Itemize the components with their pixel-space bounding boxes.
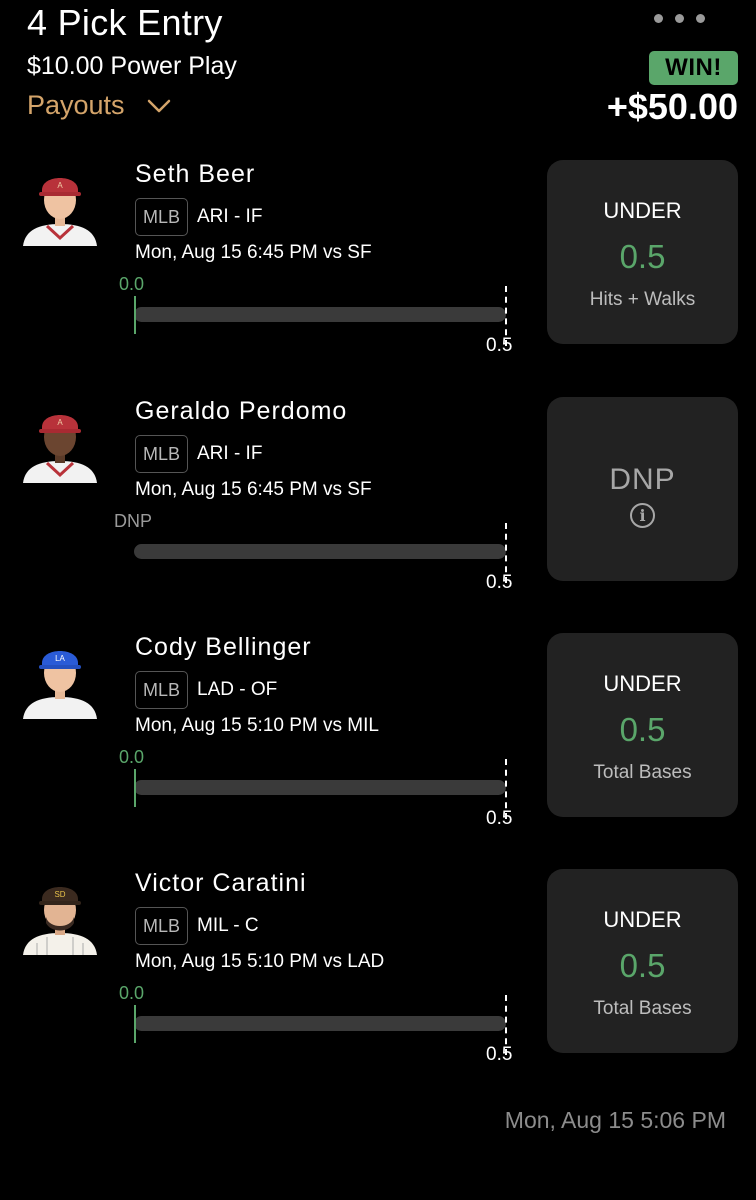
projection-line: 0.5: [619, 238, 666, 275]
line-marker-label: 0.5: [486, 572, 513, 593]
league-badge: MLB: [135, 907, 188, 945]
player-avatar: A: [17, 168, 103, 246]
payouts-label: Payouts: [27, 90, 125, 120]
current-stat-value: DNP: [114, 511, 153, 531]
line-marker-label: 0.5: [486, 335, 513, 356]
team-position: LAD - OF: [197, 679, 278, 700]
projection-card[interactable]: UNDER 0.5 Total Bases: [547, 633, 738, 817]
league-badge: MLB: [135, 435, 188, 473]
progress-bar: [134, 780, 506, 795]
current-stat-value: 0.0: [119, 983, 145, 1003]
svg-text:A: A: [57, 181, 63, 190]
stat-type: Hits + Walks: [589, 289, 696, 310]
pick-direction: UNDER: [603, 907, 682, 932]
current-stat-value: 0.0: [119, 274, 145, 294]
player-name: Victor Caratini: [135, 869, 307, 897]
progress-start-marker: [134, 769, 136, 807]
entry-type: $10.00 Power Play: [27, 52, 237, 80]
team-position: ARI - IF: [197, 443, 263, 464]
stat-type: Total Bases: [593, 998, 692, 1019]
progress-bar: [134, 1016, 506, 1031]
status-badge: WIN!: [649, 51, 738, 85]
line-marker-label: 0.5: [486, 808, 513, 829]
line-marker-label: 0.5: [486, 1044, 513, 1065]
pick-direction: UNDER: [603, 671, 682, 696]
player-avatar: SD: [17, 877, 103, 955]
player-avatar: LA: [17, 641, 103, 719]
page-title: 4 Pick Entry: [27, 2, 223, 43]
player-name: Cody Bellinger: [135, 633, 312, 661]
current-stat-value: 0.0: [119, 747, 145, 767]
player-name: Seth Beer: [135, 160, 256, 188]
pick-card[interactable]: A Seth Beer MLB ARI - IF Mon, Aug 15 6:4…: [0, 160, 756, 396]
payouts-toggle[interactable]: Payouts: [27, 90, 171, 121]
league-badge: MLB: [135, 198, 188, 236]
pick-card[interactable]: LA Cody Bellinger MLB LAD - OF Mon, Aug …: [0, 633, 756, 869]
team-position: ARI - IF: [197, 206, 263, 227]
game-time: Mon, Aug 15 5:10 PM vs LAD: [135, 951, 385, 972]
game-time: Mon, Aug 15 6:45 PM vs SF: [135, 479, 372, 500]
league-badge: MLB: [135, 671, 188, 709]
dnp-status: DNP: [609, 463, 676, 496]
progress-bar: [134, 544, 506, 559]
projection-card[interactable]: UNDER 0.5 Total Bases: [547, 869, 738, 1053]
svg-text:SD: SD: [54, 890, 65, 899]
more-options-icon[interactable]: [654, 14, 705, 23]
projection-line: 0.5: [619, 711, 666, 748]
pick-direction: UNDER: [603, 198, 682, 223]
projection-card[interactable]: DNP i: [547, 397, 738, 581]
pick-card[interactable]: SD Victor Caratini MLB MIL - C Mon, Aug …: [0, 869, 756, 1105]
winnings-amount: +$50.00: [606, 86, 738, 127]
entry-timestamp: Mon, Aug 15 5:06 PM: [504, 1107, 726, 1133]
projection-card[interactable]: UNDER 0.5 Hits + Walks: [547, 160, 738, 344]
projection-line: 0.5: [619, 947, 666, 984]
pick-card[interactable]: A Geraldo Perdomo MLB ARI - IF Mon, Aug …: [0, 397, 756, 633]
chevron-down-icon: [147, 99, 170, 112]
game-time: Mon, Aug 15 5:10 PM vs MIL: [135, 715, 379, 736]
progress-start-marker: [134, 1005, 136, 1043]
team-position: MIL - C: [197, 915, 259, 936]
progress-start-marker: [134, 296, 136, 334]
stat-type: Total Bases: [593, 762, 692, 783]
progress-bar: [134, 307, 506, 322]
player-avatar: A: [17, 405, 103, 483]
info-icon[interactable]: i: [630, 503, 655, 528]
game-time: Mon, Aug 15 6:45 PM vs SF: [135, 242, 372, 263]
svg-text:A: A: [57, 418, 63, 427]
svg-text:LA: LA: [55, 654, 65, 663]
player-name: Geraldo Perdomo: [135, 397, 348, 425]
